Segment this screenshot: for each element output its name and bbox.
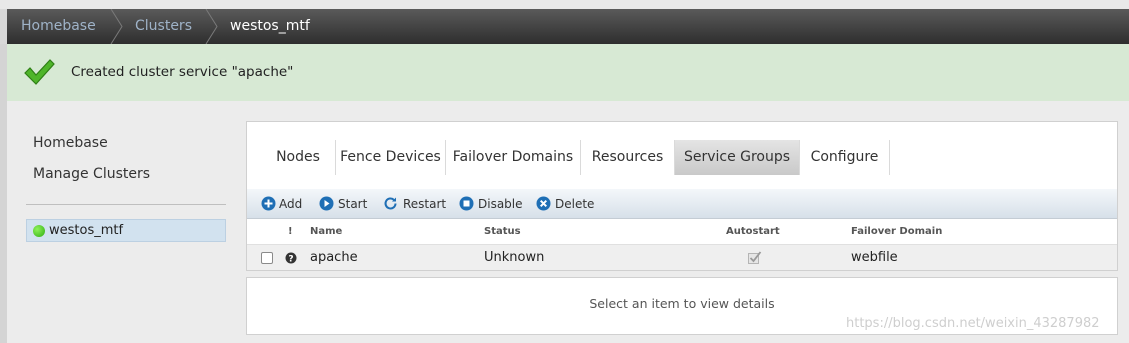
sidebar-link-manage-clusters[interactable]: Manage Clusters (33, 166, 150, 182)
notification-message: Created cluster service "apache" (71, 64, 294, 80)
breadcrumb-homebase[interactable]: Homebase (21, 9, 96, 44)
breadcrumb-bar: Homebase Clusters westos_mtf (0, 0, 1129, 44)
table-row[interactable]: ? apache Unknown webfile (247, 244, 1117, 270)
action-toolbar: Add Start Restart Disable Delete (247, 189, 1117, 219)
sidebar-link-homebase[interactable]: Homebase (33, 135, 108, 151)
checkmark-icon (24, 59, 55, 85)
start-button[interactable]: Start (319, 189, 374, 219)
breadcrumb-separator (110, 9, 123, 44)
restart-button[interactable]: Restart (383, 189, 453, 219)
tab-resources[interactable]: Resources (581, 140, 675, 175)
row-select-checkbox[interactable] (261, 252, 273, 264)
watermark: https://blog.csdn.net/weixin_43287982 (846, 316, 1100, 331)
add-icon (261, 196, 276, 211)
left-edge (0, 44, 7, 343)
column-header-status[interactable]: Status (484, 226, 521, 237)
row-name: apache (310, 250, 358, 265)
left-strip (0, 9, 7, 44)
breadcrumb-separator (205, 9, 218, 44)
success-notification: Created cluster service "apache" (7, 44, 1129, 101)
tab-failover-domains[interactable]: Failover Domains (446, 140, 581, 175)
delete-button[interactable]: Delete (536, 189, 596, 219)
stop-icon (459, 196, 474, 211)
sidebar-divider (26, 204, 226, 205)
status-dot-icon (33, 225, 45, 237)
sidebar-cluster-name: westos_mtf (49, 223, 124, 238)
svg-text:?: ? (288, 254, 293, 264)
service-groups-panel: Nodes Fence Devices Failover Domains Res… (246, 121, 1118, 271)
tab-service-groups[interactable]: Service Groups (675, 140, 800, 175)
tab-configure[interactable]: Configure (800, 140, 890, 175)
sidebar-cluster-item[interactable]: westos_mtf (26, 219, 226, 242)
add-button[interactable]: Add (261, 189, 311, 219)
play-icon (319, 196, 334, 211)
row-status: Unknown (484, 250, 545, 265)
breadcrumb-current: westos_mtf (230, 18, 310, 34)
column-header-flag[interactable]: ! (288, 226, 293, 237)
refresh-icon (384, 197, 397, 210)
tab-nodes[interactable]: Nodes (261, 140, 336, 175)
disable-button[interactable]: Disable (459, 189, 524, 219)
tab-fence-devices[interactable]: Fence Devices (336, 140, 446, 175)
row-failover-domain: webfile (851, 250, 898, 265)
help-icon: ? (285, 252, 297, 264)
details-placeholder: Select an item to view details (589, 296, 775, 311)
column-header-failover-domain[interactable]: Failover Domain (851, 226, 942, 237)
breadcrumb-clusters[interactable]: Clusters (135, 9, 192, 44)
delete-icon (536, 196, 551, 211)
column-header-autostart[interactable]: Autostart (726, 226, 780, 237)
column-header-name[interactable]: Name (310, 226, 342, 237)
autostart-check-icon (748, 251, 762, 264)
